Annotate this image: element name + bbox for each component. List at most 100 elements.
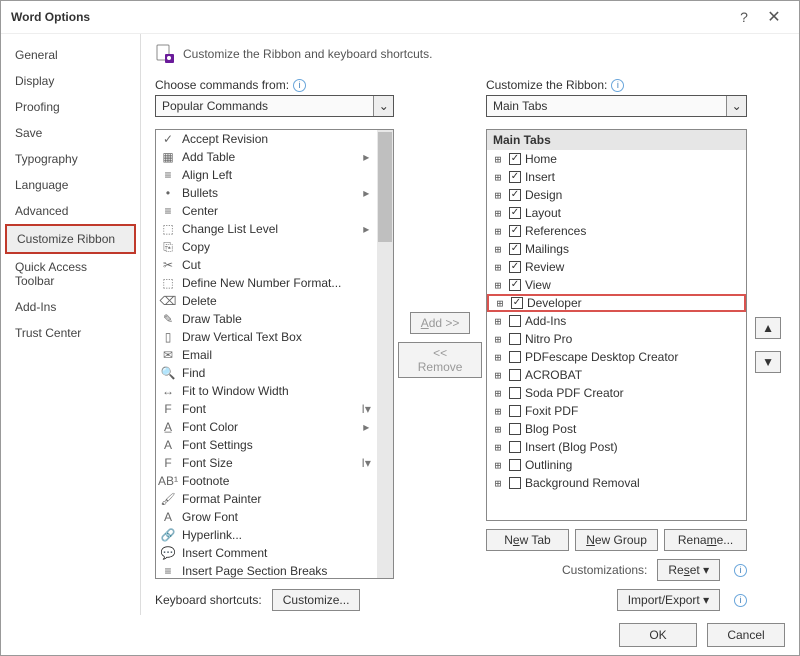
sidebar-item-language[interactable]: Language bbox=[5, 172, 136, 198]
info-icon[interactable]: i bbox=[611, 79, 624, 92]
checkbox[interactable] bbox=[509, 387, 521, 399]
sidebar-item-save[interactable]: Save bbox=[5, 120, 136, 146]
move-down-button[interactable]: ▼ bbox=[755, 351, 781, 373]
checkbox[interactable] bbox=[509, 225, 521, 237]
ribbon-tab-foxit-pdf[interactable]: ⊞Foxit PDF bbox=[487, 402, 746, 420]
expander-icon[interactable]: ⊞ bbox=[491, 225, 505, 238]
expander-icon[interactable]: ⊞ bbox=[491, 207, 505, 220]
expander-icon[interactable]: ⊞ bbox=[491, 351, 505, 364]
expander-icon[interactable]: ⊞ bbox=[491, 369, 505, 382]
ok-button[interactable]: OK bbox=[619, 623, 697, 647]
sidebar-item-customize-ribbon[interactable]: Customize Ribbon bbox=[5, 224, 136, 254]
remove-button[interactable]: << Remove bbox=[398, 342, 482, 378]
ribbon-tab-developer[interactable]: ⊞Developer bbox=[487, 294, 746, 312]
add-button[interactable]: Add >> bbox=[410, 312, 471, 334]
expander-icon[interactable]: ⊞ bbox=[491, 477, 505, 490]
scrollbar[interactable] bbox=[377, 130, 393, 578]
checkbox[interactable] bbox=[509, 189, 521, 201]
ribbon-tab-add-ins[interactable]: ⊞Add-Ins bbox=[487, 312, 746, 330]
checkbox[interactable] bbox=[509, 171, 521, 183]
command-item[interactable]: ≡Center bbox=[156, 202, 377, 220]
expander-icon[interactable]: ⊞ bbox=[491, 315, 505, 328]
command-item[interactable]: AGrow Font bbox=[156, 508, 377, 526]
cancel-button[interactable]: Cancel bbox=[707, 623, 785, 647]
expander-icon[interactable]: ⊞ bbox=[493, 297, 507, 310]
info-icon[interactable]: i bbox=[734, 594, 747, 607]
checkbox[interactable] bbox=[509, 153, 521, 165]
checkbox[interactable] bbox=[509, 423, 521, 435]
command-item[interactable]: ▦Add Table▸ bbox=[156, 148, 377, 166]
sidebar-item-typography[interactable]: Typography bbox=[5, 146, 136, 172]
new-tab-button[interactable]: New Tab bbox=[486, 529, 569, 551]
expander-icon[interactable]: ⊞ bbox=[491, 189, 505, 202]
command-item[interactable]: A̲Font Color▸ bbox=[156, 418, 377, 436]
checkbox[interactable] bbox=[509, 315, 521, 327]
expander-icon[interactable]: ⊞ bbox=[491, 279, 505, 292]
commands-listbox[interactable]: ✓Accept Revision▦Add Table▸≡Align Left•B… bbox=[155, 129, 394, 579]
customize-keyboard-button[interactable]: Customize... bbox=[272, 589, 361, 611]
expander-icon[interactable]: ⊞ bbox=[491, 153, 505, 166]
ribbon-tab-nitro-pro[interactable]: ⊞Nitro Pro bbox=[487, 330, 746, 348]
command-item[interactable]: ✓Accept Revision bbox=[156, 130, 377, 148]
ribbon-tab-view[interactable]: ⊞View bbox=[487, 276, 746, 294]
import-export-button[interactable]: Import/Export ▾ bbox=[617, 589, 720, 611]
expander-icon[interactable]: ⊞ bbox=[491, 261, 505, 274]
command-item[interactable]: FFont SizeI▾ bbox=[156, 454, 377, 472]
ribbon-tab-references[interactable]: ⊞References bbox=[487, 222, 746, 240]
expander-icon[interactable]: ⊞ bbox=[491, 459, 505, 472]
ribbon-tree[interactable]: Main Tabs⊞Home⊞Insert⊞Design⊞Layout⊞Refe… bbox=[486, 129, 747, 521]
checkbox[interactable] bbox=[509, 369, 521, 381]
command-item[interactable]: AB¹Footnote bbox=[156, 472, 377, 490]
command-item[interactable]: •Bullets▸ bbox=[156, 184, 377, 202]
ribbon-tab-home[interactable]: ⊞Home bbox=[487, 150, 746, 168]
checkbox[interactable] bbox=[509, 243, 521, 255]
ribbon-tab-insert-blog-post-[interactable]: ⊞Insert (Blog Post) bbox=[487, 438, 746, 456]
command-item[interactable]: ✂Cut bbox=[156, 256, 377, 274]
ribbon-tab-outlining[interactable]: ⊞Outlining bbox=[487, 456, 746, 474]
command-item[interactable]: 💬Insert Comment bbox=[156, 544, 377, 562]
ribbon-tab-mailings[interactable]: ⊞Mailings bbox=[487, 240, 746, 258]
command-item[interactable]: 🖌Format Painter bbox=[156, 490, 377, 508]
expander-icon[interactable]: ⊞ bbox=[491, 333, 505, 346]
checkbox[interactable] bbox=[509, 207, 521, 219]
expander-icon[interactable]: ⊞ bbox=[491, 441, 505, 454]
command-item[interactable]: FFontI▾ bbox=[156, 400, 377, 418]
checkbox[interactable] bbox=[509, 459, 521, 471]
checkbox[interactable] bbox=[509, 279, 521, 291]
command-item[interactable]: ⎘Copy bbox=[156, 238, 377, 256]
ribbon-tabs-dropdown[interactable]: Main Tabs ⌄ bbox=[486, 95, 747, 117]
command-item[interactable]: ↔Fit to Window Width bbox=[156, 382, 377, 400]
command-item[interactable]: ⌫Delete bbox=[156, 292, 377, 310]
command-item[interactable]: ▯Draw Vertical Text Box bbox=[156, 328, 377, 346]
ribbon-tab-background-removal[interactable]: ⊞Background Removal bbox=[487, 474, 746, 492]
move-up-button[interactable]: ▲ bbox=[755, 317, 781, 339]
command-item[interactable]: ⬚Change List Level▸ bbox=[156, 220, 377, 238]
new-group-button[interactable]: New Group bbox=[575, 529, 658, 551]
checkbox[interactable] bbox=[511, 297, 523, 309]
sidebar-item-advanced[interactable]: Advanced bbox=[5, 198, 136, 224]
checkbox[interactable] bbox=[509, 333, 521, 345]
expander-icon[interactable]: ⊞ bbox=[491, 405, 505, 418]
info-icon[interactable]: i bbox=[734, 564, 747, 577]
ribbon-tab-insert[interactable]: ⊞Insert bbox=[487, 168, 746, 186]
command-item[interactable]: 🔗Hyperlink... bbox=[156, 526, 377, 544]
command-item[interactable]: ≡Align Left bbox=[156, 166, 377, 184]
command-item[interactable]: ✎Draw Table bbox=[156, 310, 377, 328]
command-item[interactable]: ≡Insert Page Section Breaks bbox=[156, 562, 377, 578]
checkbox[interactable] bbox=[509, 477, 521, 489]
sidebar-item-proofing[interactable]: Proofing bbox=[5, 94, 136, 120]
command-item[interactable]: AFont Settings bbox=[156, 436, 377, 454]
checkbox[interactable] bbox=[509, 405, 521, 417]
close-icon[interactable]: ✕ bbox=[759, 7, 789, 27]
ribbon-tab-pdfescape-desktop-creator[interactable]: ⊞PDFescape Desktop Creator bbox=[487, 348, 746, 366]
choose-commands-dropdown[interactable]: Popular Commands ⌄ bbox=[155, 95, 394, 117]
expander-icon[interactable]: ⊞ bbox=[491, 387, 505, 400]
ribbon-tab-acrobat[interactable]: ⊞ACROBAT bbox=[487, 366, 746, 384]
checkbox[interactable] bbox=[509, 351, 521, 363]
command-item[interactable]: 🔍Find bbox=[156, 364, 377, 382]
expander-icon[interactable]: ⊞ bbox=[491, 243, 505, 256]
info-icon[interactable]: i bbox=[293, 79, 306, 92]
checkbox[interactable] bbox=[509, 441, 521, 453]
ribbon-tab-layout[interactable]: ⊞Layout bbox=[487, 204, 746, 222]
rename-button[interactable]: Rename... bbox=[664, 529, 747, 551]
